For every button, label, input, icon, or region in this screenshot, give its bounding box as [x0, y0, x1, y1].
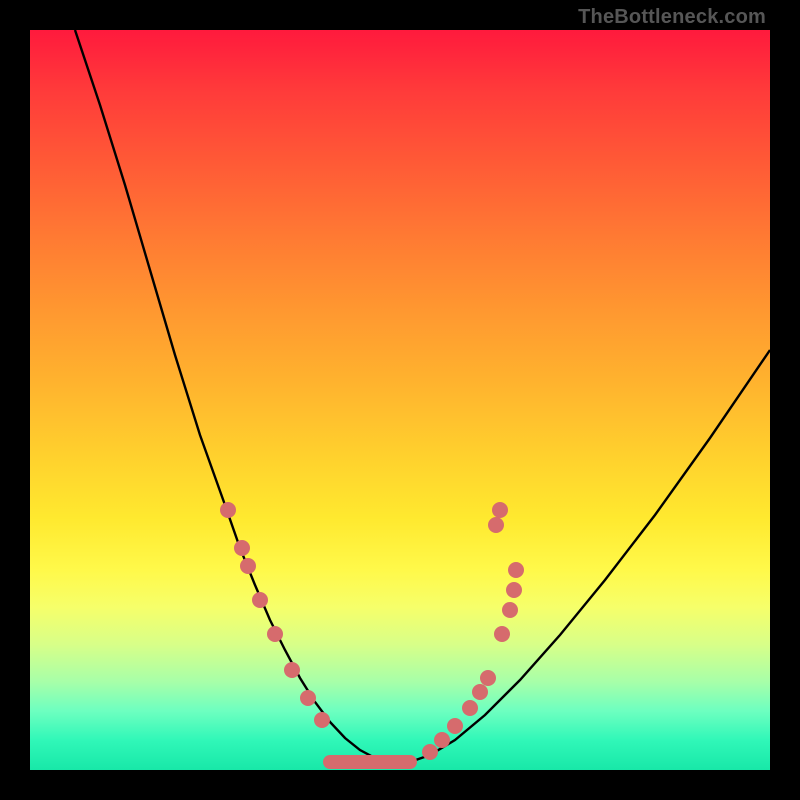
curve-marker	[502, 602, 518, 618]
curve-marker	[488, 517, 504, 533]
curve-marker	[234, 540, 250, 556]
curve-marker	[492, 502, 508, 518]
curve-marker	[220, 502, 236, 518]
curve-marker	[480, 670, 496, 686]
attribution-text: TheBottleneck.com	[578, 6, 766, 29]
curve-marker	[267, 626, 283, 642]
curve-marker	[252, 592, 268, 608]
curve-marker	[506, 582, 522, 598]
right-branch-markers	[422, 502, 524, 760]
curve-marker	[314, 712, 330, 728]
curve-marker	[472, 684, 488, 700]
curve-marker	[447, 718, 463, 734]
curve-marker	[240, 558, 256, 574]
chart-frame	[30, 30, 770, 770]
curve-marker	[462, 700, 478, 716]
curve-marker	[494, 626, 510, 642]
chart-svg	[30, 30, 770, 770]
curve-marker	[300, 690, 316, 706]
curve-marker	[508, 562, 524, 578]
bottleneck-curve	[75, 30, 770, 762]
curve-marker	[284, 662, 300, 678]
curve-marker	[422, 744, 438, 760]
curve-marker	[434, 732, 450, 748]
